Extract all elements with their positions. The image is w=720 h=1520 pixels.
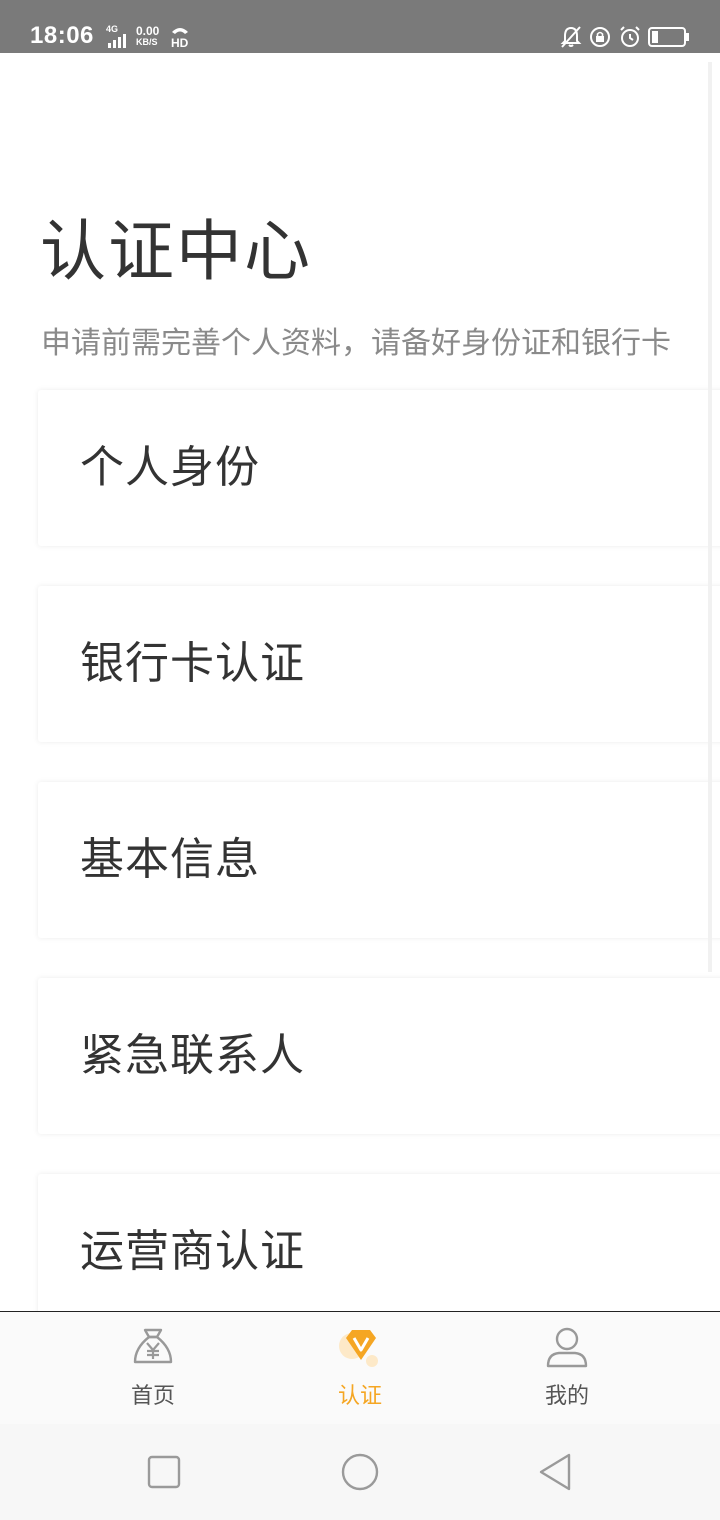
tab-verification[interactable]: 认证 [290, 1312, 430, 1424]
status-time: 18:06 [30, 22, 94, 49]
card-label: 运营商认证 [80, 1226, 305, 1277]
card-basic-info[interactable]: 基本信息 [38, 782, 720, 938]
card-bank-card[interactable]: 银行卡认证 [38, 586, 720, 742]
bell-off-icon [560, 26, 582, 48]
money-bag-icon [133, 1328, 173, 1364]
tab-label: 我的 [544, 1384, 589, 1409]
tab-label: 首页 [130, 1384, 175, 1409]
card-carrier-verification[interactable]: 运营商认证 [38, 1174, 720, 1330]
page-title: 认证中心 [40, 213, 312, 290]
rotation-lock-icon [590, 27, 610, 47]
tab-bar: 首页 认证 我的 [0, 1311, 720, 1424]
diamond-v-icon [339, 1330, 378, 1367]
signal-icon [108, 34, 126, 48]
system-nav-bar [0, 1424, 720, 1520]
home-icon[interactable] [340, 1452, 380, 1492]
recent-apps-icon[interactable] [144, 1452, 184, 1492]
alarm-icon [620, 26, 640, 47]
hd-label: HD [171, 36, 189, 48]
status-icons [560, 24, 690, 50]
card-emergency-contact[interactable]: 紧急联系人 [38, 978, 720, 1134]
back-icon[interactable] [536, 1452, 576, 1492]
battery-icon [648, 27, 689, 47]
scrollbar[interactable] [708, 62, 712, 972]
card-label: 银行卡认证 [80, 638, 305, 689]
page-subtitle: 申请前需完善个人资料，请备好身份证和银行卡 [41, 326, 671, 361]
tab-home[interactable]: 首页 [83, 1312, 223, 1424]
card-personal-identity[interactable]: 个人身份 [38, 390, 720, 546]
card-label: 个人身份 [80, 442, 260, 493]
network-speed-value: 0.00 [136, 24, 160, 38]
hd-call-icon: HD [171, 28, 189, 48]
network-speed-unit: KB/S [136, 37, 158, 47]
card-label: 紧急联系人 [80, 1030, 305, 1081]
network-type: 4G [106, 24, 119, 34]
tab-mine[interactable]: 我的 [497, 1312, 637, 1424]
card-label: 基本信息 [80, 834, 260, 885]
user-icon [546, 1327, 588, 1368]
status-bar: 18:06 4G 0.00 KB/S HD [0, 0, 720, 53]
tab-label: 认证 [337, 1384, 382, 1409]
